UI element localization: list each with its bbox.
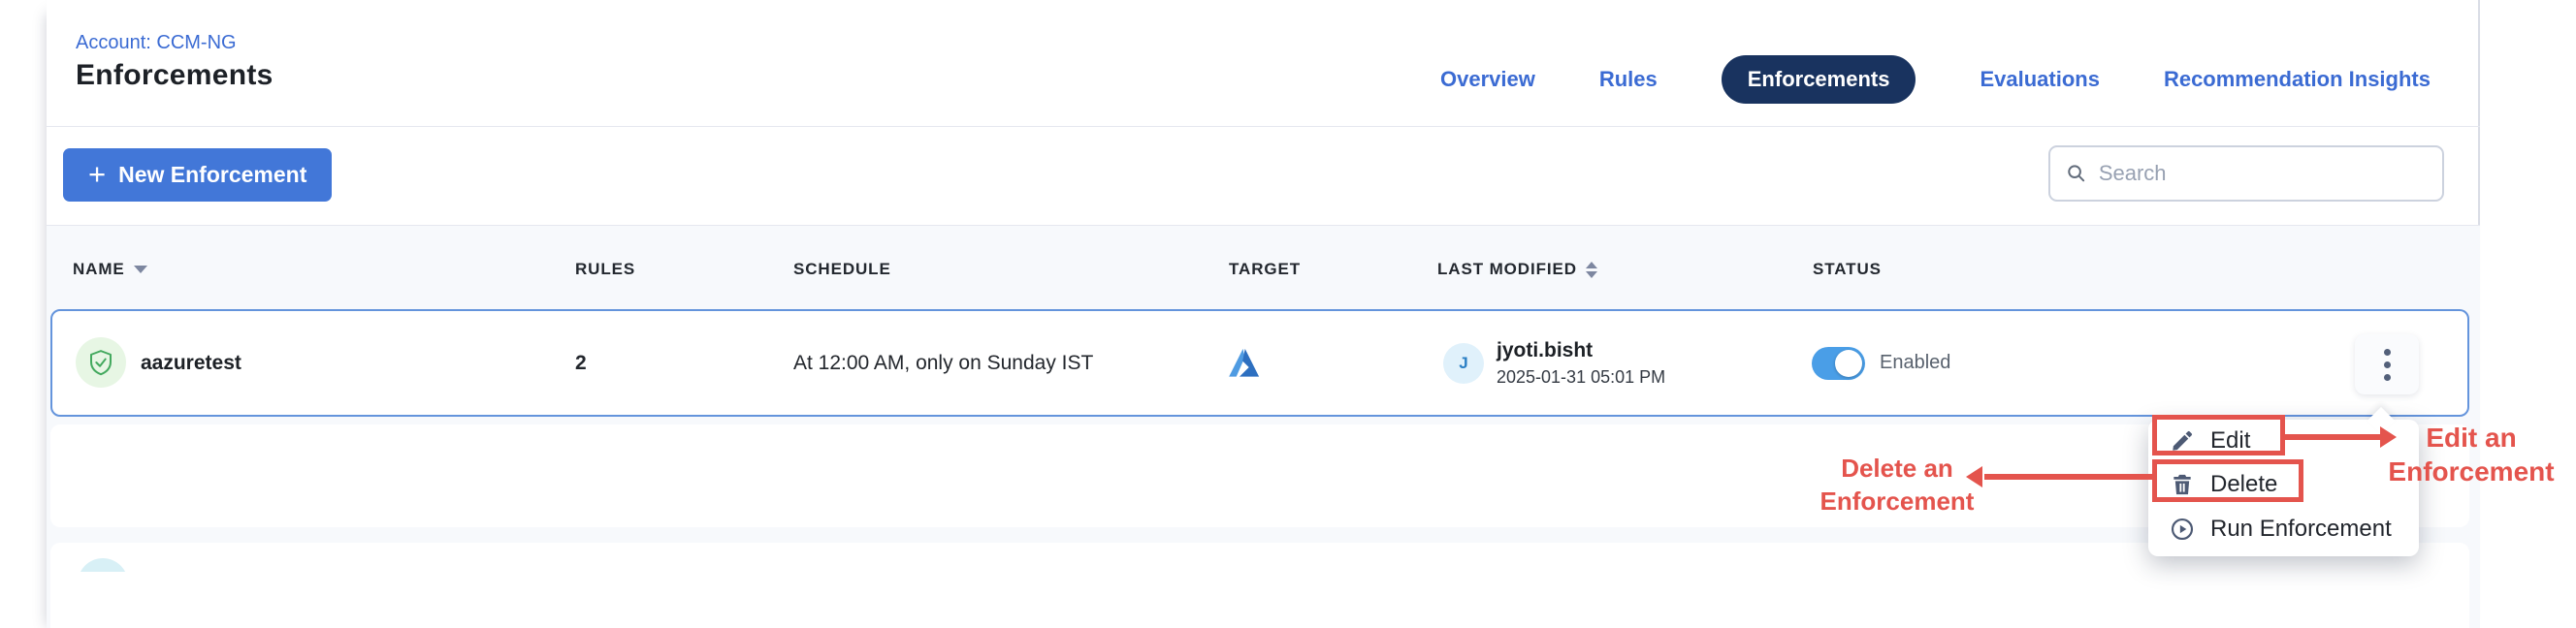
table-row[interactable] bbox=[50, 424, 2469, 527]
column-header-target: TARGET bbox=[1229, 258, 1301, 281]
search-icon bbox=[2066, 162, 2087, 185]
new-enforcement-button[interactable]: + New Enforcement bbox=[63, 148, 332, 202]
tab-recommendation-insights[interactable]: Recommendation Insights bbox=[2164, 67, 2431, 92]
header-divider bbox=[47, 126, 2480, 127]
tab-bar: Overview Rules Enforcements Evaluations … bbox=[1358, 54, 2431, 105]
plus-icon: + bbox=[88, 159, 106, 189]
tab-overview[interactable]: Overview bbox=[1440, 67, 1535, 92]
enforcements-page: Account: CCM-NG Enforcements Overview Ru… bbox=[0, 0, 2576, 628]
azure-icon bbox=[1227, 346, 1262, 381]
modified-at: 2025-01-31 05:01 PM bbox=[1497, 367, 1665, 388]
tab-rules[interactable]: Rules bbox=[1599, 67, 1658, 92]
table-row[interactable] bbox=[50, 543, 2469, 628]
account-breadcrumb[interactable]: Account: CCM-NG bbox=[76, 32, 237, 54]
search-box[interactable] bbox=[2048, 145, 2444, 202]
enforcement-status-badge bbox=[76, 337, 126, 388]
table-row[interactable]: aazuretest 2 At 12:00 AM, only on Sunday… bbox=[50, 309, 2469, 417]
schedule-text: At 12:00 AM, only on Sunday IST bbox=[793, 311, 1093, 415]
search-input[interactable] bbox=[2099, 161, 2427, 186]
trash-icon bbox=[2170, 472, 2195, 497]
menu-item-run-enforcement[interactable]: Run Enforcement bbox=[2148, 509, 2419, 550]
column-header-rules: RULES bbox=[575, 258, 635, 281]
new-enforcement-label: New Enforcement bbox=[118, 162, 306, 188]
column-header-status: STATUS bbox=[1813, 258, 1882, 281]
status-toggle[interactable] bbox=[1812, 347, 1865, 380]
menu-item-delete[interactable]: Delete bbox=[2148, 464, 2419, 505]
modified-by: jyoti.bisht bbox=[1497, 339, 1593, 362]
row-actions-menu: Edit Delete Run Enforcement bbox=[2148, 420, 2419, 556]
last-modified-cell: jyoti.bisht 2025-01-31 05:01 PM bbox=[1497, 311, 1665, 415]
pencil-icon bbox=[2170, 428, 2195, 454]
play-circle-icon bbox=[2170, 517, 2195, 542]
status-label: Enabled bbox=[1880, 311, 1950, 415]
sort-both-icon bbox=[1586, 262, 1597, 278]
tab-enforcements[interactable]: Enforcements bbox=[1722, 55, 1916, 104]
rules-count: 2 bbox=[575, 311, 587, 415]
avatar: J bbox=[1443, 343, 1484, 384]
target-cell bbox=[1227, 311, 1262, 415]
menu-item-edit[interactable]: Edit bbox=[2148, 422, 2419, 460]
page-title: Enforcements bbox=[76, 59, 274, 92]
shield-check-icon bbox=[86, 348, 115, 377]
column-header-schedule: SCHEDULE bbox=[793, 258, 891, 281]
toggle-knob bbox=[1835, 350, 1862, 377]
row-status-badge-partial bbox=[78, 558, 128, 572]
tab-evaluations[interactable]: Evaluations bbox=[1980, 67, 2099, 92]
enforcement-name: aazuretest bbox=[141, 311, 242, 415]
row-options-kebab-icon[interactable] bbox=[2355, 334, 2419, 394]
column-header-last-modified[interactable]: LAST MODIFIED bbox=[1437, 258, 1597, 281]
column-header-name[interactable]: NAME bbox=[73, 258, 147, 281]
sort-desc-icon bbox=[134, 266, 147, 273]
